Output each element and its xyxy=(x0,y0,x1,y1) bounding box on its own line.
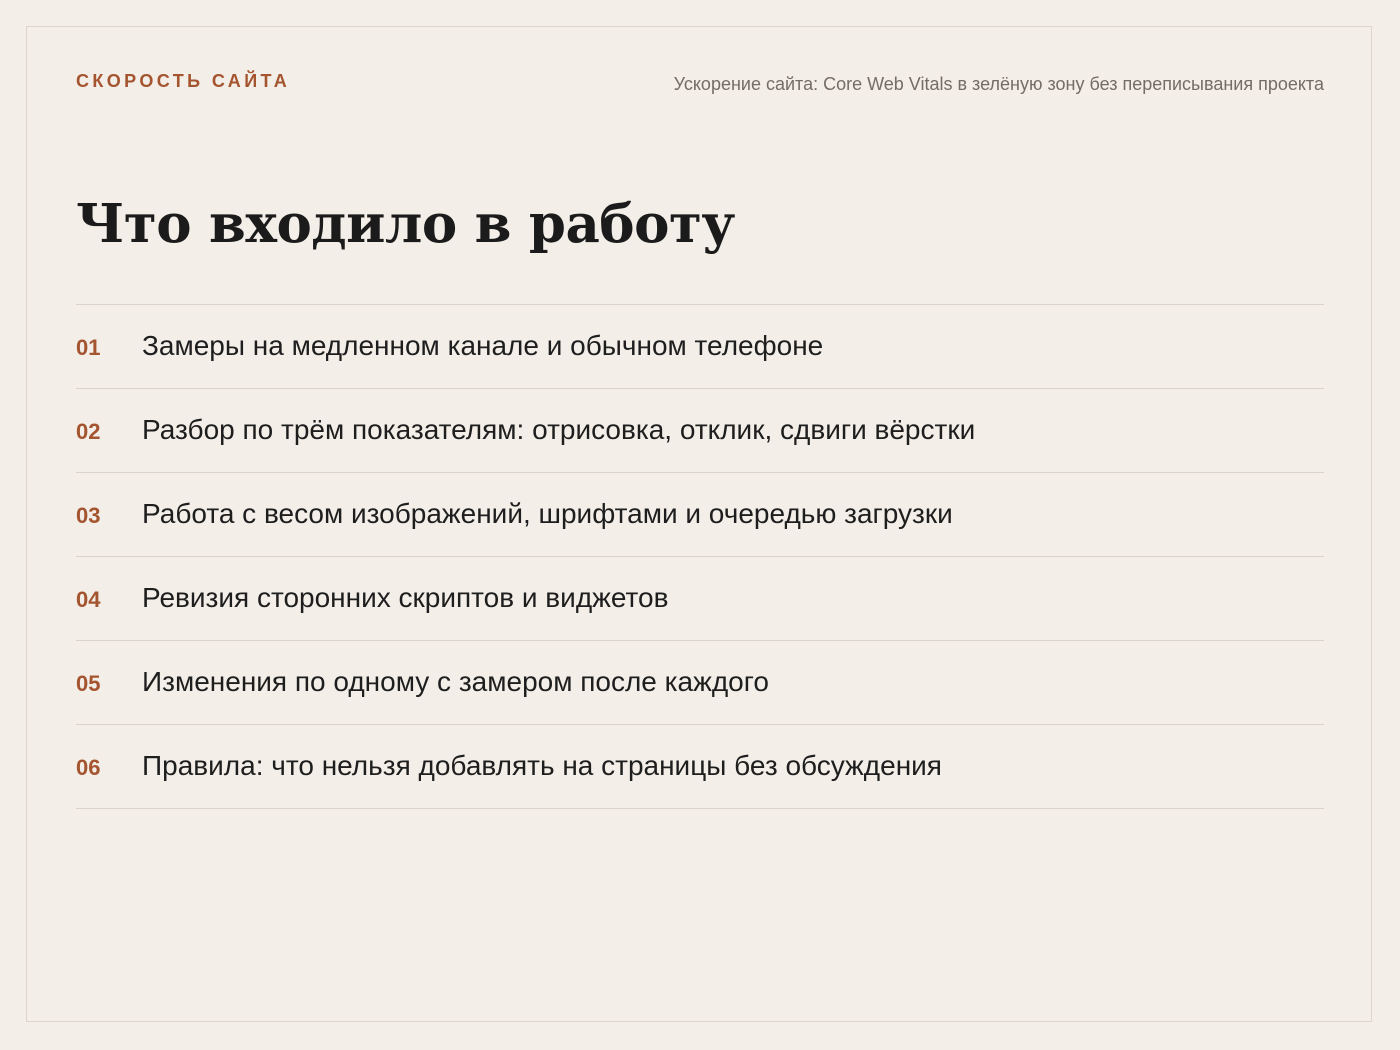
list-item: 04 Ревизия сторонних скриптов и виджетов xyxy=(76,557,1324,641)
page-title: Что входило в работу xyxy=(76,193,735,255)
item-number: 02 xyxy=(76,419,101,444)
list-item: 01 Замеры на медленном канале и обычном … xyxy=(76,305,1324,389)
item-text: Правила: что нельзя добавлять на страниц… xyxy=(142,750,942,781)
item-number: 06 xyxy=(76,755,101,780)
item-text: Ревизия сторонних скриптов и виджетов xyxy=(142,582,669,613)
list-item: 02 Разбор по трём показателям: отрисовка… xyxy=(76,389,1324,473)
item-number: 05 xyxy=(76,671,101,696)
item-text: Разбор по трём показателям: отрисовка, о… xyxy=(142,414,976,445)
list-item: 05 Изменения по одному с замером после к… xyxy=(76,641,1324,725)
project-subtitle: Ускорение сайта: Core Web Vitals в зелён… xyxy=(673,74,1324,94)
work-items-list: 01 Замеры на медленном канале и обычном … xyxy=(76,304,1324,809)
item-number: 03 xyxy=(76,503,101,528)
item-text: Изменения по одному с замером после кажд… xyxy=(142,666,769,697)
list-item: 06 Правила: что нельзя добавлять на стра… xyxy=(76,725,1324,809)
item-number: 04 xyxy=(76,587,101,612)
item-text: Работа с весом изображений, шрифтами и о… xyxy=(142,498,953,529)
section-eyebrow: СКОРОСТЬ САЙТА xyxy=(76,71,291,91)
list-item: 03 Работа с весом изображений, шрифтами … xyxy=(76,473,1324,557)
item-number: 01 xyxy=(76,335,101,360)
item-text: Замеры на медленном канале и обычном тел… xyxy=(142,330,824,361)
